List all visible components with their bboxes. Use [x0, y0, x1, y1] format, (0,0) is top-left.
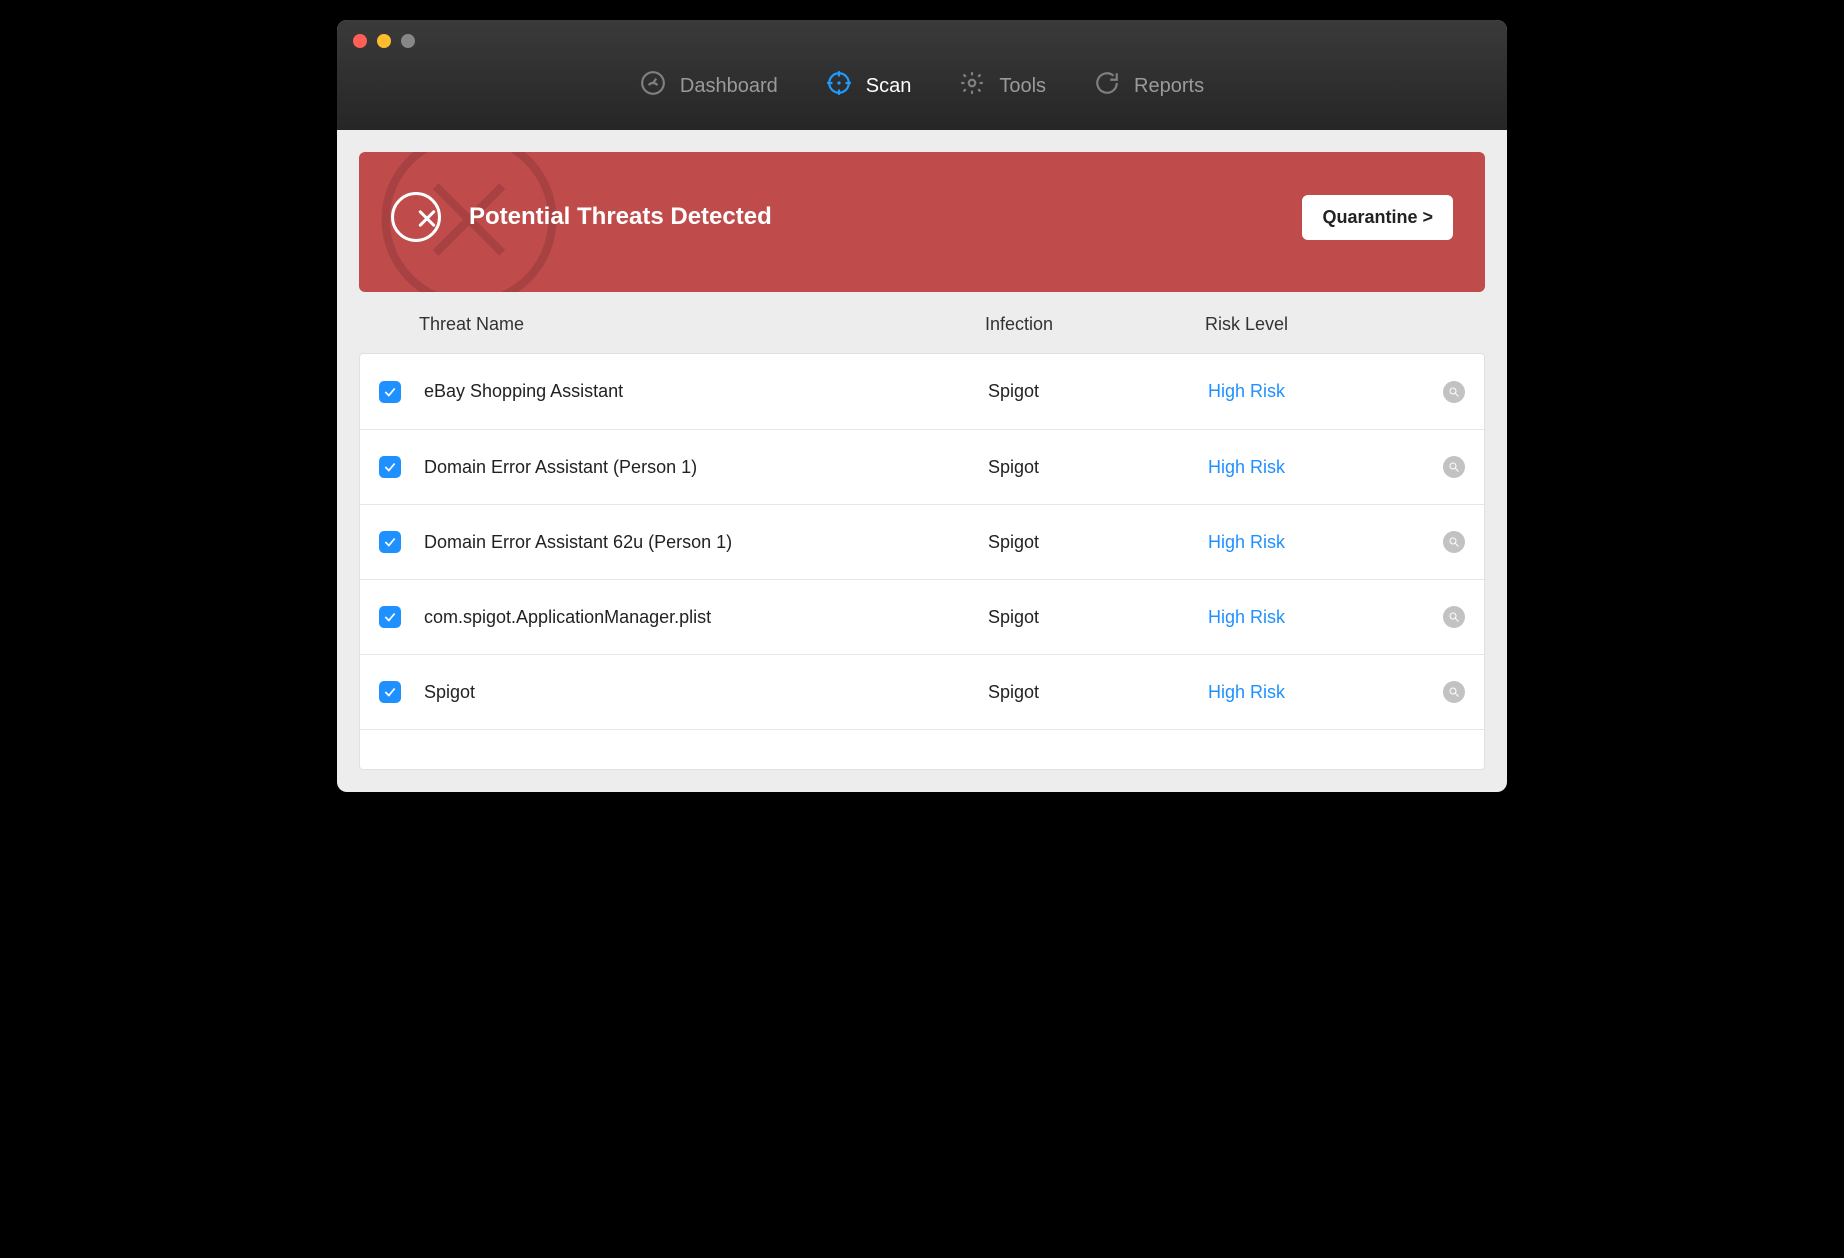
table-row: com.spigot.ApplicationManager.plist Spig… — [360, 579, 1484, 654]
threat-name: Domain Error Assistant 62u (Person 1) — [420, 532, 984, 553]
target-icon — [826, 70, 852, 102]
nav-dashboard[interactable]: Dashboard — [640, 70, 778, 102]
nav-reports-label: Reports — [1134, 75, 1204, 98]
threat-checkbox[interactable] — [379, 681, 401, 703]
alert-x-icon — [391, 192, 441, 242]
table-row: eBay Shopping Assistant Spigot High Risk — [360, 354, 1484, 429]
threat-checkbox[interactable] — [379, 531, 401, 553]
nav-reports[interactable]: Reports — [1094, 70, 1204, 102]
traffic-lights — [353, 34, 415, 48]
alert-banner: Potential Threats Detected Quarantine > — [359, 152, 1485, 292]
nav-tools-label: Tools — [999, 75, 1046, 98]
threat-name: Domain Error Assistant (Person 1) — [420, 457, 984, 478]
alert-left: Potential Threats Detected — [391, 192, 772, 242]
threat-infection: Spigot — [984, 682, 1204, 703]
threat-risk: High Risk — [1204, 457, 1424, 478]
header-threat-name: Threat Name — [419, 314, 985, 335]
inspect-button[interactable] — [1443, 531, 1465, 553]
alert-title: Potential Threats Detected — [469, 203, 772, 231]
inspect-button[interactable] — [1443, 456, 1465, 478]
fullscreen-window-button[interactable] — [401, 34, 415, 48]
threat-checkbox[interactable] — [379, 381, 401, 403]
table-row: Domain Error Assistant (Person 1) Spigot… — [360, 429, 1484, 504]
close-window-button[interactable] — [353, 34, 367, 48]
inspect-button[interactable] — [1443, 606, 1465, 628]
quarantine-button[interactable]: Quarantine > — [1302, 195, 1453, 240]
header-risk-level: Risk Level — [1205, 314, 1425, 335]
threats-table: eBay Shopping Assistant Spigot High Risk… — [359, 353, 1485, 770]
threat-infection: Spigot — [984, 457, 1204, 478]
threat-risk: High Risk — [1204, 532, 1424, 553]
threat-infection: Spigot — [984, 381, 1204, 402]
table-row: Spigot Spigot High Risk — [360, 654, 1484, 729]
threat-name: Spigot — [420, 682, 984, 703]
table-footer — [360, 729, 1484, 769]
main-nav: Dashboard Scan — [337, 20, 1507, 130]
inspect-button[interactable] — [1443, 381, 1465, 403]
content: Potential Threats Detected Quarantine > … — [337, 130, 1507, 792]
table-row: Domain Error Assistant 62u (Person 1) Sp… — [360, 504, 1484, 579]
table-header: Threat Name Infection Risk Level — [359, 292, 1485, 353]
threat-risk: High Risk — [1204, 381, 1424, 402]
header-infection: Infection — [985, 314, 1205, 335]
dashboard-icon — [640, 70, 666, 102]
threat-risk: High Risk — [1204, 607, 1424, 628]
minimize-window-button[interactable] — [377, 34, 391, 48]
threat-name: com.spigot.ApplicationManager.plist — [420, 607, 984, 628]
nav-dashboard-label: Dashboard — [680, 75, 778, 98]
threat-checkbox[interactable] — [379, 606, 401, 628]
nav-scan-label: Scan — [866, 75, 912, 98]
threat-risk: High Risk — [1204, 682, 1424, 703]
threat-name: eBay Shopping Assistant — [420, 381, 984, 402]
nav-tools[interactable]: Tools — [959, 70, 1046, 102]
titlebar: Dashboard Scan — [337, 20, 1507, 130]
refresh-icon — [1094, 70, 1120, 102]
threat-infection: Spigot — [984, 532, 1204, 553]
app-window: Dashboard Scan — [337, 20, 1507, 792]
threat-infection: Spigot — [984, 607, 1204, 628]
nav-scan[interactable]: Scan — [826, 70, 912, 102]
gear-icon — [959, 70, 985, 102]
threat-checkbox[interactable] — [379, 456, 401, 478]
inspect-button[interactable] — [1443, 681, 1465, 703]
